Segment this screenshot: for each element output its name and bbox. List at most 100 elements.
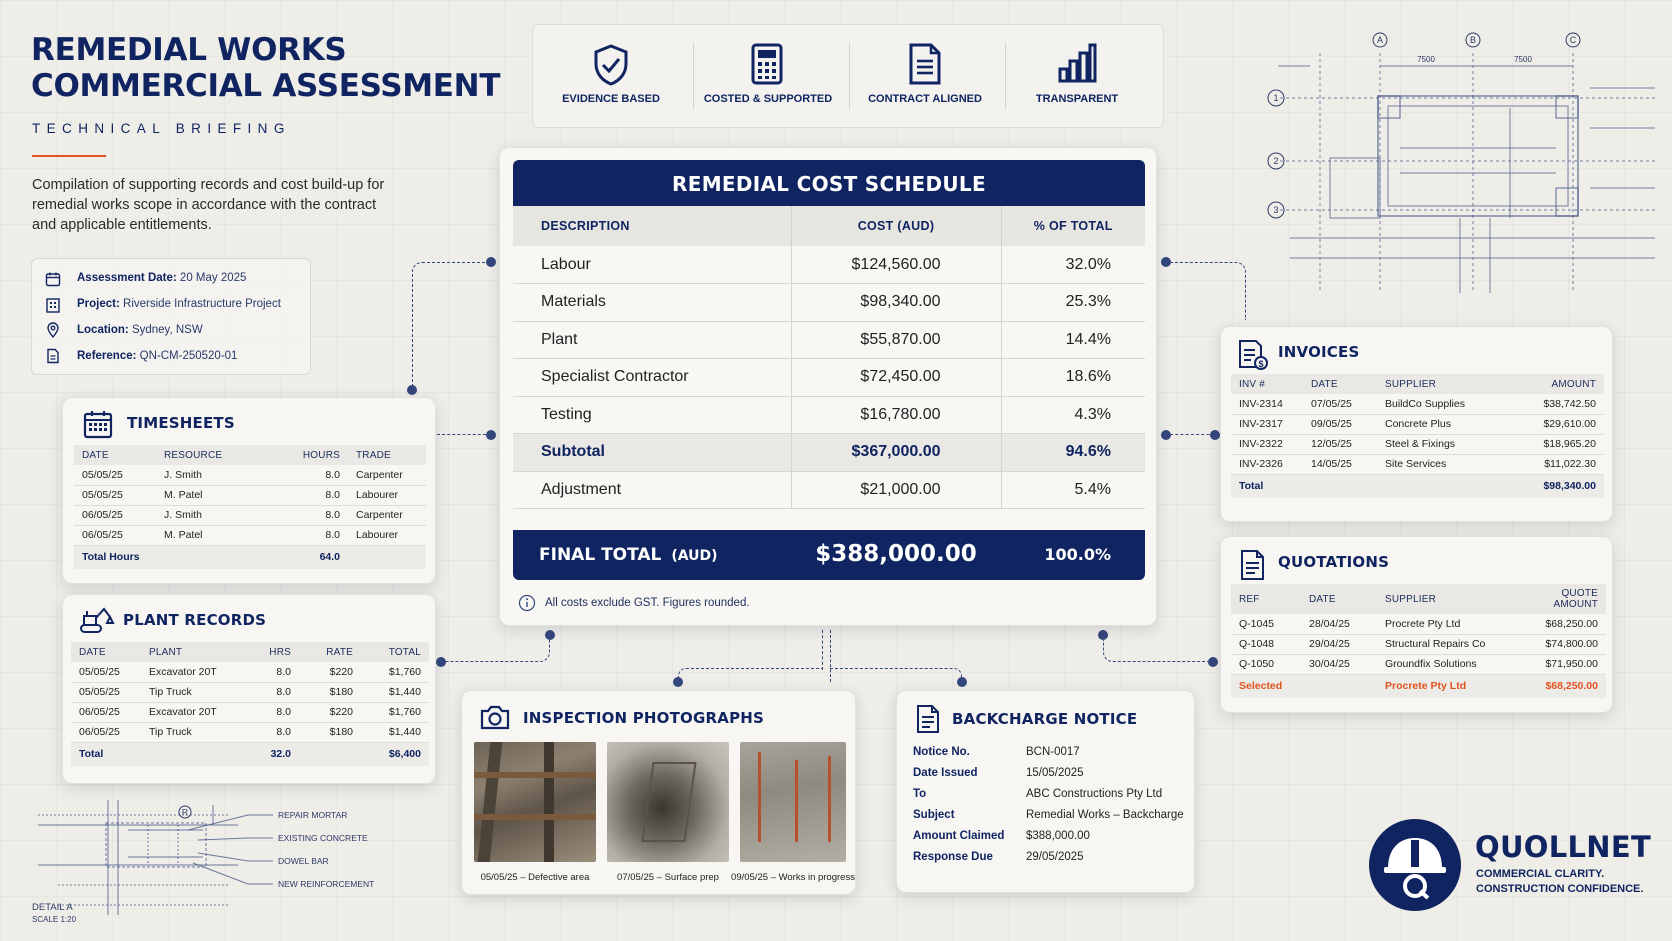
strip-divider bbox=[1005, 43, 1006, 109]
cell: 06/05/25 bbox=[74, 505, 156, 526]
cell: M. Patel bbox=[156, 525, 266, 546]
cost-schedule-table: DESCRIPTION COST (AUD) % OF TOTAL Labour… bbox=[513, 206, 1145, 509]
cell: $18,965.20 bbox=[1507, 434, 1604, 455]
brand-name: QUOLLNET bbox=[1475, 830, 1652, 864]
table-row: INV-2326 14/05/25 Site Services $11,022.30 bbox=[1231, 454, 1604, 475]
row-description: Specialist Contractor bbox=[513, 358, 792, 397]
photo-detail bbox=[641, 762, 697, 842]
field-value: 15/05/2025 bbox=[1026, 767, 1084, 779]
final-total-label-group: FINAL TOTAL (AUD) bbox=[539, 545, 718, 565]
table-row: Q-1048 29/04/25 Structural Repairs Co $74,8… bbox=[1231, 634, 1606, 655]
table-row: INV-2322 12/05/25 Steel & Fixings $18,965.2… bbox=[1231, 434, 1604, 455]
cell: Site Services bbox=[1377, 454, 1507, 475]
strip-divider bbox=[849, 43, 850, 109]
project-label: Project: bbox=[77, 298, 120, 310]
cell: J. Smith bbox=[156, 465, 266, 486]
total-label: Total bbox=[71, 742, 249, 766]
accent-divider bbox=[32, 155, 106, 157]
cell: 09/05/25 bbox=[1303, 414, 1377, 435]
row-description: Testing bbox=[513, 396, 792, 434]
row-pct: 14.4% bbox=[1001, 321, 1145, 359]
location-value: Sydney, NSW bbox=[131, 324, 203, 336]
table-row: INV-2317 09/05/25 Concrete Plus $29,610.00 bbox=[1231, 414, 1604, 435]
column-header: PLANT bbox=[141, 642, 249, 662]
column-header: REF bbox=[1231, 584, 1301, 614]
cell: $1,760 bbox=[361, 662, 429, 683]
cell: Excavator 20T bbox=[141, 662, 249, 683]
detail-title: DETAIL A bbox=[32, 902, 73, 913]
cell: INV-2314 bbox=[1231, 394, 1303, 415]
calendar-icon bbox=[45, 272, 61, 287]
assessment-date-label: Assessment Date: bbox=[77, 272, 177, 284]
cell: Concrete Plus bbox=[1377, 414, 1507, 435]
cell: 05/05/25 bbox=[71, 662, 141, 683]
inspection-photo[interactable] bbox=[740, 742, 846, 862]
connector-line bbox=[830, 668, 962, 680]
detail-scale: SCALE 1:20 bbox=[32, 915, 77, 924]
brand-tagline-2: CONSTRUCTION CONFIDENCE. bbox=[1476, 883, 1644, 895]
cell: 8.0 bbox=[266, 505, 348, 526]
table-row: 06/05/25 M. Patel 8.0 Labourer bbox=[74, 525, 426, 546]
cell: 05/05/25 bbox=[74, 465, 156, 486]
connector-node bbox=[673, 677, 683, 687]
grid-label: A bbox=[1377, 35, 1383, 45]
cell: 8.0 bbox=[249, 702, 299, 723]
cell: 07/05/25 bbox=[1303, 394, 1377, 415]
total-row: Total 32.0 $6,400 bbox=[71, 742, 429, 766]
column-header: DATE bbox=[74, 445, 156, 465]
cell: Q-1050 bbox=[1231, 654, 1301, 675]
row-pct: 32.0% bbox=[1001, 246, 1145, 284]
reference-value: QN-CM-250520-01 bbox=[139, 350, 238, 362]
field-value: ABC Constructions Pty Ltd bbox=[1026, 788, 1163, 800]
detail-label: EXISTING CONCRETE bbox=[278, 833, 368, 843]
column-header: QUOTE AMOUNT bbox=[1507, 584, 1606, 614]
adjustment-label: Adjustment bbox=[513, 471, 792, 509]
cell: INV-2326 bbox=[1231, 454, 1303, 475]
floor-plan-drawing: A B C 1 2 3 7500 7500 bbox=[1267, 32, 1655, 293]
inspection-photo[interactable] bbox=[474, 742, 596, 862]
field-label: To bbox=[913, 788, 927, 800]
field-label: Notice No. bbox=[913, 746, 970, 758]
table-row: 06/05/25 J. Smith 8.0 Carpenter bbox=[74, 505, 426, 526]
subtotal-pct: 94.6% bbox=[1001, 433, 1145, 472]
final-total-label: FINAL TOTAL bbox=[539, 545, 662, 565]
row-cost: $55,870.00 bbox=[791, 321, 1002, 359]
connector-line bbox=[1103, 640, 1215, 662]
column-header: AMOUNT bbox=[1507, 374, 1604, 394]
total-hours: 32.0 bbox=[249, 742, 299, 766]
selected-supplier: Procrete Pty Ltd bbox=[1377, 674, 1507, 698]
row-description: Plant bbox=[513, 321, 792, 359]
title-line-2: COMMERCIAL ASSESSMENT bbox=[31, 68, 501, 104]
column-header: RATE bbox=[299, 642, 361, 662]
cell: $220 bbox=[299, 702, 361, 723]
final-total-cost: $388,000.00 bbox=[815, 541, 977, 567]
quotations-table: REF DATE SUPPLIER QUOTE AMOUNT Q-1045 28/04/… bbox=[1231, 584, 1606, 698]
row-pct: 4.3% bbox=[1001, 396, 1145, 434]
cell: 30/04/25 bbox=[1301, 654, 1377, 675]
plant-records-table: DATE PLANT HRS RATE TOTAL 05/05/25 Excavator … bbox=[71, 642, 429, 766]
total-row: Total $98,340.00 bbox=[1231, 474, 1604, 498]
principle-label: COSTED & SUPPORTED bbox=[703, 93, 833, 105]
connector-line bbox=[1170, 262, 1246, 320]
location-pin-icon bbox=[47, 322, 59, 338]
total-row: Total Hours 64.0 bbox=[74, 545, 426, 569]
cell: $38,742.50 bbox=[1507, 394, 1604, 415]
row-description: Materials bbox=[513, 283, 792, 322]
detail-label: REPAIR MORTAR bbox=[278, 810, 347, 820]
quotations-card: QUOTATIONS REF DATE SUPPLIER QUOTE AMOUNT Q… bbox=[1220, 536, 1613, 713]
invoices-card: $ INVOICES INV # DATE SUPPLIER AMOUNT INV-2… bbox=[1220, 326, 1613, 522]
connector-node bbox=[1208, 657, 1218, 667]
selected-quote-row: Selected Procrete Pty Ltd $68,250.00 bbox=[1231, 674, 1606, 698]
connector-line bbox=[437, 434, 491, 435]
reference-label: Reference: bbox=[77, 350, 137, 362]
field-label: Response Due bbox=[913, 851, 993, 863]
schedule-title: REMEDIAL COST SCHEDULE bbox=[672, 172, 986, 196]
row-cost: $16,780.00 bbox=[791, 396, 1002, 434]
page-title: REMEDIAL WORKS COMMERCIAL ASSESSMENT bbox=[31, 32, 500, 104]
inspection-photo[interactable] bbox=[607, 742, 729, 862]
inspection-photos-card: INSPECTION PHOTOGRAPHS 05/05/25 – Defect… bbox=[461, 690, 856, 895]
cell: Labourer bbox=[348, 485, 426, 506]
photo-detail bbox=[828, 756, 831, 842]
project-value: Riverside Infrastructure Project bbox=[123, 298, 281, 310]
cell: Q-1045 bbox=[1231, 614, 1301, 635]
